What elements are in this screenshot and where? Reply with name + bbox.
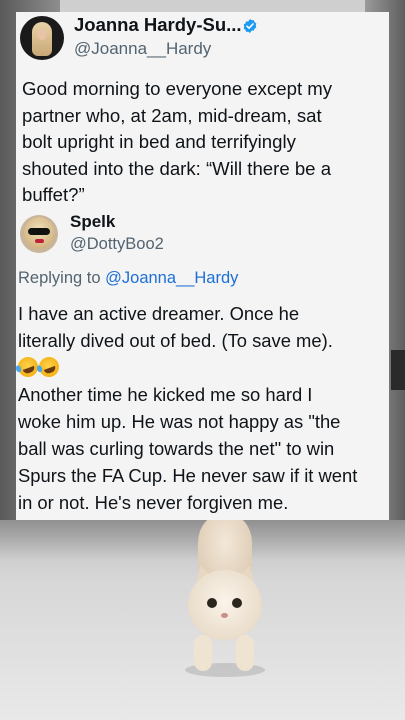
avatar-lips — [35, 239, 44, 243]
replying-to-mention-link[interactable]: @Joanna__Hardy — [105, 269, 238, 287]
author-avatar[interactable] — [20, 16, 64, 60]
cat-nose — [221, 613, 228, 618]
reply-text-line: literally dived out of bed. (To save me)… — [18, 330, 333, 351]
cat-eye-left — [207, 598, 217, 608]
tweet-text-line: partner who, at 2am, mid-dream, sat — [22, 104, 322, 126]
tweet-screenshot-card: Joanna Hardy-Su... @Joanna__Hardy Good m… — [15, 12, 389, 520]
wall-panel — [391, 350, 405, 390]
reply-text-line: Another time he kicked me so hard I — [18, 384, 313, 405]
reply-text-line: Spurs the FA Cup. He never saw if it wen… — [18, 465, 358, 486]
author-name[interactable]: Joanna Hardy-Su... — [74, 14, 242, 36]
replying-to-line: Replying to @Joanna__Hardy — [18, 269, 238, 288]
tweet-text-line: shouted into the dark: “Will there be a — [22, 157, 332, 179]
cat-paw-left — [194, 635, 212, 671]
cat-paw-right — [236, 635, 254, 671]
reply-text: I have an active dreamer. Once he litera… — [15, 300, 386, 516]
rolling-on-floor-laughing-emoji-icon — [36, 354, 62, 380]
tweet-text-line: Good morning to everyone except my — [22, 78, 333, 99]
cat-head — [188, 570, 262, 640]
reply-text-line: ball was curling towards the net" to win — [18, 438, 335, 459]
author-handle[interactable]: @Joanna__Hardy — [74, 39, 211, 59]
reply-author-handle[interactable]: @DottyBoo2 — [70, 235, 164, 254]
reply-text-line: I have an active dreamer. Once he — [18, 303, 300, 324]
reply-text-line: in or not. He's never forgiven me. — [18, 492, 289, 513]
verified-badge-icon — [243, 19, 257, 33]
avatar-face — [37, 28, 47, 40]
tweet-text: Good morning to everyone except my partn… — [22, 76, 384, 209]
avatar-sunglasses — [28, 228, 50, 235]
cat-eye-right — [232, 598, 242, 608]
tweet-text-line: buffet?” — [22, 184, 85, 205]
reply-text-line: woke him up. He was not happy as "the — [18, 411, 341, 432]
reply-emoji-line — [15, 354, 386, 381]
reply-author-name[interactable]: Spelk — [70, 212, 115, 232]
walking-cat — [180, 515, 270, 677]
tweet-text-line: bolt upright in bed and terrifyingly — [22, 131, 296, 152]
reply-author-avatar[interactable] — [20, 215, 58, 253]
replying-to-label: Replying to — [18, 269, 101, 287]
